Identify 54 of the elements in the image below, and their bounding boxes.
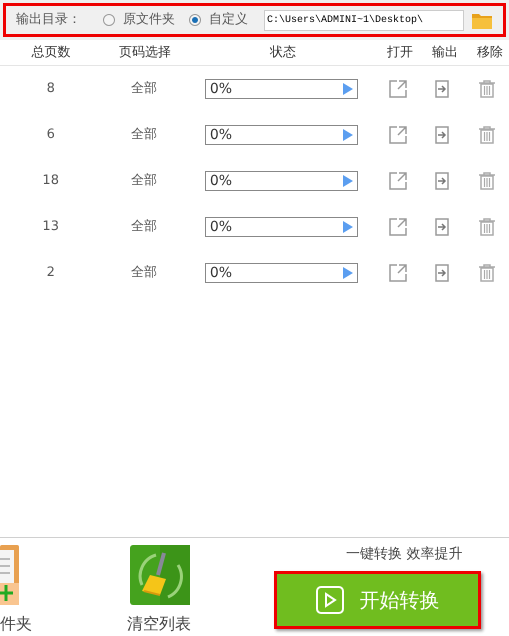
open-external-icon[interactable] bbox=[388, 218, 407, 236]
output-dir-label: 输出目录： bbox=[16, 11, 81, 30]
radio-label[interactable]: 自定义 bbox=[209, 10, 248, 30]
progress-bar: 0% bbox=[204, 217, 358, 237]
export-icon[interactable] bbox=[435, 172, 450, 190]
broom-icon[interactable] bbox=[130, 545, 190, 605]
open-external-icon[interactable] bbox=[388, 126, 407, 144]
page-count: 18 bbox=[42, 172, 59, 190]
clear-list-label[interactable]: 清空列表 bbox=[127, 612, 191, 636]
column-header: 移除 bbox=[477, 44, 503, 62]
play-icon[interactable] bbox=[342, 175, 353, 187]
page-range[interactable]: 全部 bbox=[131, 79, 158, 99]
radio-button[interactable] bbox=[189, 14, 201, 26]
column-header: 总页数 bbox=[32, 44, 70, 62]
open-external-icon[interactable] bbox=[388, 264, 407, 282]
column-header: 页码选择 bbox=[119, 44, 171, 62]
page-range[interactable]: 全部 bbox=[131, 171, 158, 191]
progress-bar: 0% bbox=[204, 171, 358, 191]
column-header: 状态 bbox=[270, 44, 296, 62]
progress-bar: 0% bbox=[204, 79, 358, 99]
add-folder-label[interactable]: 件夹 bbox=[0, 612, 32, 636]
page-count: 2 bbox=[46, 264, 55, 282]
export-icon[interactable] bbox=[435, 126, 450, 144]
play-icon[interactable] bbox=[342, 129, 353, 141]
trash-icon[interactable] bbox=[479, 126, 496, 144]
play-icon[interactable] bbox=[342, 221, 353, 233]
page-range[interactable]: 全部 bbox=[131, 217, 158, 237]
column-header: 打开 bbox=[387, 44, 413, 62]
export-icon[interactable] bbox=[435, 264, 450, 282]
trash-icon[interactable] bbox=[479, 218, 496, 236]
path-field[interactable]: C:\Users\ADMINI~1\Desktop\ bbox=[264, 10, 464, 30]
trash-icon[interactable] bbox=[479, 172, 496, 190]
open-external-icon[interactable] bbox=[388, 172, 407, 190]
radio-label[interactable]: 原文件夹 bbox=[123, 10, 175, 30]
export-icon[interactable] bbox=[435, 80, 450, 98]
page-range[interactable]: 全部 bbox=[131, 263, 158, 283]
export-icon[interactable] bbox=[435, 218, 450, 236]
page-count: 6 bbox=[46, 126, 55, 144]
play-icon[interactable] bbox=[342, 83, 353, 95]
slogan: 一键转换 效率提升 bbox=[346, 545, 462, 564]
trash-icon[interactable] bbox=[479, 264, 496, 282]
folder-icon[interactable] bbox=[472, 12, 492, 28]
play-icon[interactable] bbox=[342, 267, 353, 279]
add-folder-icon[interactable] bbox=[0, 545, 19, 605]
trash-icon[interactable] bbox=[479, 80, 496, 98]
open-external-icon[interactable] bbox=[388, 80, 407, 98]
progress-bar: 0% bbox=[204, 263, 358, 283]
progress-bar: 0% bbox=[204, 125, 358, 145]
column-header: 输出 bbox=[432, 44, 458, 62]
page-range[interactable]: 全部 bbox=[131, 125, 158, 145]
page-count: 8 bbox=[46, 80, 55, 98]
radio-button[interactable] bbox=[103, 14, 115, 26]
play-icon bbox=[316, 586, 344, 614]
page-count: 13 bbox=[42, 218, 59, 236]
